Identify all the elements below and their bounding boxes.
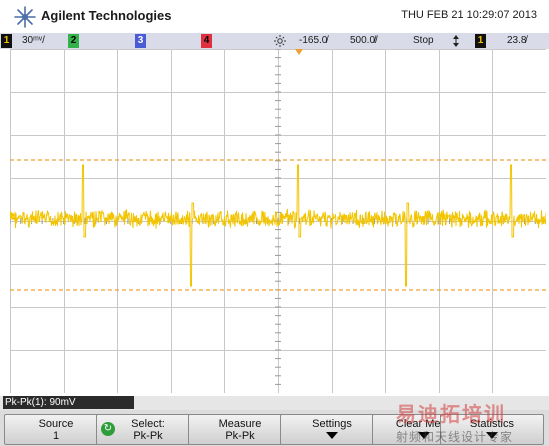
statistics-softkey[interactable]: Statistics [440,414,544,445]
updown-arrow-icon [453,35,459,47]
softkey-value: 1 [52,430,60,442]
select-softkey[interactable]: ↻ Select: Pk-Pk [96,414,200,445]
channel-status-bar: 1 30ᵐᵛ/ 2 3 4 -165.0̸ 500.0̸/ Stop 1 23.… [0,33,549,49]
trigger-position-marker [295,49,303,55]
run-state: Stop [413,35,434,46]
time-offset: -165.0̸ [299,35,328,46]
softkey-label: Source [38,418,74,430]
softkey-value: Pk-Pk [225,430,255,442]
channel-1-scale: 30ᵐᵛ/ [22,35,45,46]
channel-2-button[interactable]: 2 [68,34,79,48]
down-arrow-icon [326,432,338,439]
brand-name: Agilent Technologies [41,8,172,23]
rotate-icon: ↻ [101,422,115,436]
softkey-label: Measure [218,418,262,430]
measurement-readout-strip: Pk-Pk(1): 90mV [0,396,549,410]
pk-pk-readout: Pk-Pk(1): 90mV [3,396,134,409]
softkey-label: Settings [312,418,352,430]
date-time: THU FEB 21 10:29:07 2013 [401,9,537,21]
channel-1-button[interactable]: 1 [1,34,12,48]
sun-icon [274,35,286,47]
waveform-svg [10,49,546,393]
time-scale: 500.0̸/ [350,35,378,46]
down-arrow-icon [486,432,498,439]
channel-3-button[interactable]: 3 [135,34,146,48]
measure-softkey[interactable]: Measure Pk-Pk [188,414,292,445]
settings-softkey[interactable]: Settings [280,414,384,445]
softkey-label: Select: [131,418,165,430]
softkey-label: Statistics [469,418,514,430]
down-arrow-icon [418,432,430,439]
softkey-bar: Source 1 ↻ Select: Pk-Pk Measure Pk-Pk S… [0,410,549,446]
waveform-display[interactable] [10,49,546,393]
trigger-channel-badge: 1 [475,34,486,48]
title-bar: Agilent Technologies THU FEB 21 10:29:07… [0,0,549,33]
agilent-spark-logo-icon [14,6,36,28]
source-softkey[interactable]: Source 1 [4,414,108,445]
channel-4-button[interactable]: 4 [201,34,212,48]
trigger-level: 23.8̸ [507,35,527,46]
